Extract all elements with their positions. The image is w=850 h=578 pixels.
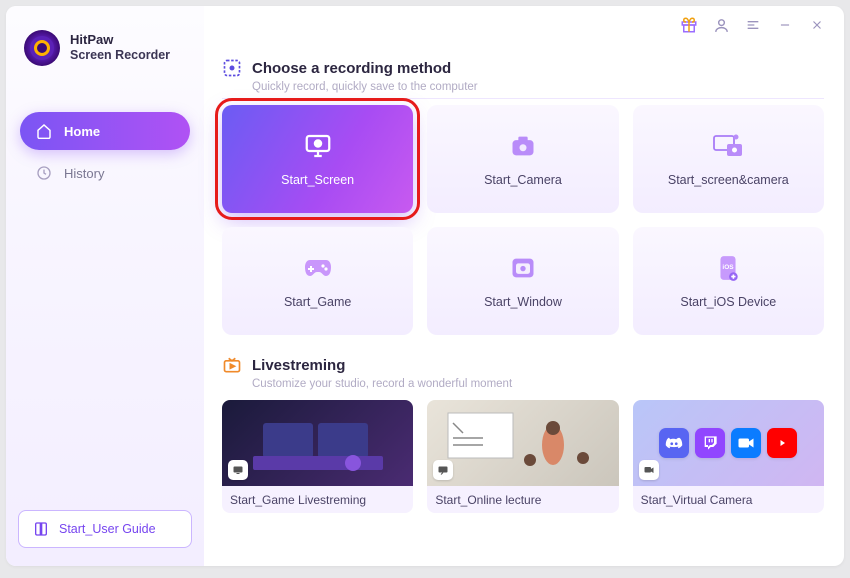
youtube-icon <box>767 428 797 458</box>
card-label: Start_Game <box>284 295 351 309</box>
titlebar <box>680 16 826 34</box>
ios-device-icon: iOS <box>713 253 743 283</box>
section-head-recording: Choose a recording method <box>222 58 824 78</box>
gift-icon[interactable] <box>680 16 698 34</box>
recording-section-icon <box>222 58 242 78</box>
game-livestream-thumb <box>222 400 413 486</box>
app-logo-icon <box>24 30 60 66</box>
brand-line1: HitPaw <box>70 33 170 48</box>
section-head-livestream: Livestreming <box>222 355 824 375</box>
close-icon[interactable] <box>808 16 826 34</box>
window-icon <box>508 253 538 283</box>
book-icon <box>33 521 49 537</box>
monitor-icon <box>303 131 333 161</box>
card-virtual-camera[interactable]: Start_Virtual Camera <box>633 400 824 513</box>
brand: HitPaw Screen Recorder <box>16 20 194 66</box>
card-label: Start_iOS Device <box>680 295 776 309</box>
card-label: Start_Online lecture <box>427 486 618 513</box>
user-icon[interactable] <box>712 16 730 34</box>
card-game-livestream[interactable]: Start_Game Livestreming <box>222 400 413 513</box>
sidebar: HitPaw Screen Recorder Home History <box>6 6 204 566</box>
minimize-icon[interactable] <box>776 16 794 34</box>
card-start-window[interactable]: Start_Window <box>427 227 618 335</box>
chat-badge-icon <box>433 460 453 480</box>
livestream-grid: Start_Game Livestreming Start_Online lec… <box>222 400 824 513</box>
history-icon <box>36 165 52 181</box>
user-guide-button[interactable]: Start_User Guide <box>18 510 192 548</box>
twitch-icon <box>695 428 725 458</box>
gamepad-icon <box>303 253 333 283</box>
discord-icon <box>659 428 689 458</box>
brand-text: HitPaw Screen Recorder <box>70 33 170 62</box>
card-start-camera[interactable]: Start_Camera <box>427 105 618 213</box>
card-online-lecture[interactable]: Start_Online lecture <box>427 400 618 513</box>
card-label: Start_Camera <box>484 173 562 187</box>
card-start-ios[interactable]: iOS Start_iOS Device <box>633 227 824 335</box>
online-lecture-thumb <box>427 400 618 486</box>
camera-badge-icon <box>639 460 659 480</box>
card-start-screen[interactable]: Start_Screen <box>222 105 413 213</box>
sidebar-item-history[interactable]: History <box>20 154 190 192</box>
svg-text:iOS: iOS <box>723 264 735 271</box>
main-content: Choose a recording method Quickly record… <box>204 6 844 566</box>
sidebar-item-label: History <box>64 166 104 181</box>
card-label: Start_Screen <box>281 173 354 187</box>
livestream-title: Livestreming <box>252 357 345 374</box>
screen-camera-icon <box>713 131 743 161</box>
menu-icon[interactable] <box>744 16 762 34</box>
livestream-subtitle: Customize your studio, record a wonderfu… <box>252 378 824 390</box>
card-label: Start_Virtual Camera <box>633 486 824 513</box>
video-call-icon <box>731 428 761 458</box>
virtual-camera-thumb <box>633 400 824 486</box>
camera-icon <box>508 131 538 161</box>
monitor-badge-icon <box>228 460 248 480</box>
sidebar-item-label: Home <box>64 124 100 139</box>
app-window: HitPaw Screen Recorder Home History <box>6 6 844 566</box>
recording-title: Choose a recording method <box>252 60 451 77</box>
home-icon <box>36 123 52 139</box>
card-start-game[interactable]: Start_Game <box>222 227 413 335</box>
sidebar-nav: Home History <box>16 112 194 192</box>
card-label: Start_Window <box>484 295 562 309</box>
recording-subtitle: Quickly record, quickly save to the comp… <box>252 81 824 93</box>
card-label: Start_Game Livestreming <box>222 486 413 513</box>
card-label: Start_screen&camera <box>668 173 789 187</box>
user-guide-label: Start_User Guide <box>59 522 156 536</box>
brand-line2: Screen Recorder <box>70 48 170 62</box>
card-start-screen-camera[interactable]: Start_screen&camera <box>633 105 824 213</box>
divider <box>222 98 824 99</box>
recording-grid: Start_Screen Start_Camera Start_screen&c… <box>222 105 824 335</box>
sidebar-item-home[interactable]: Home <box>20 112 190 150</box>
livestream-section-icon <box>222 355 242 375</box>
